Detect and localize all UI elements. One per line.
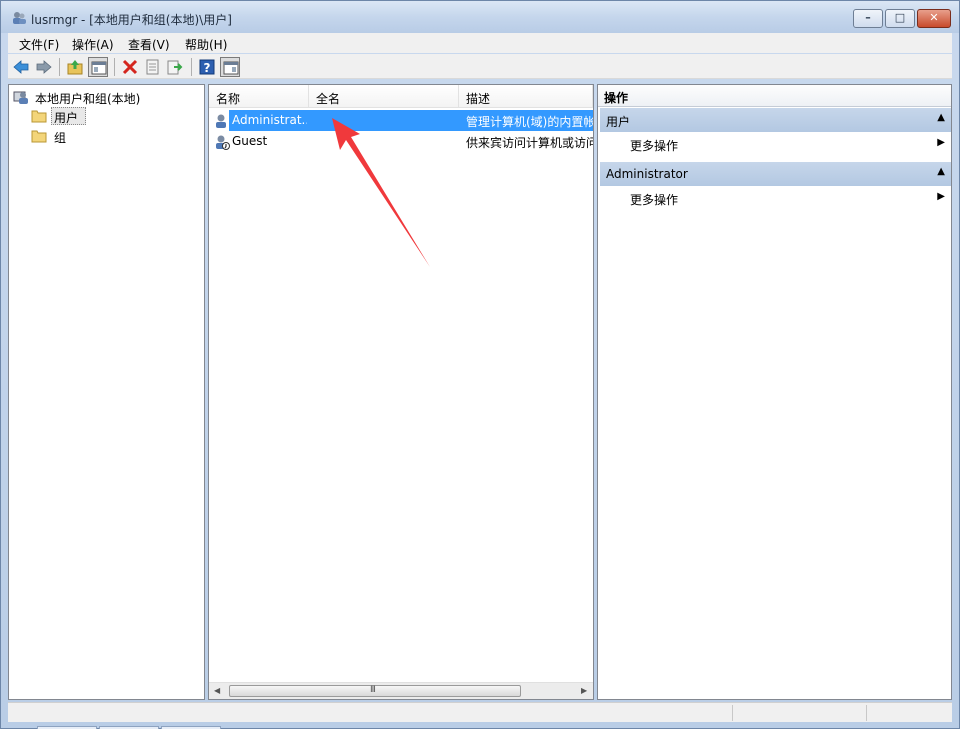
folder-icon (31, 110, 47, 123)
export-list-button[interactable] (165, 57, 185, 77)
minimize-icon: – (865, 11, 871, 24)
table-row-guest[interactable]: Guest 供来宾访问计算机或访问 (209, 131, 593, 152)
disabled-user-icon (216, 135, 230, 150)
tree-root-label: 本地用户和组(本地) (35, 92, 141, 106)
action-section-administrator[interactable]: Administrator ▲ (600, 162, 951, 186)
submenu-arrow-icon: ▶ (937, 137, 945, 148)
action-section-users[interactable]: 用户 ▲ (600, 108, 951, 132)
show-hide-tree-icon (91, 61, 107, 75)
collapse-icon[interactable]: ▲ (937, 166, 945, 177)
scroll-grip: III (370, 685, 376, 695)
properties-icon (146, 59, 159, 75)
cell-description: 供来宾访问计算机或访问 (466, 136, 593, 150)
users-groups-icon (13, 91, 28, 104)
user-icon (216, 114, 226, 128)
tree-root[interactable]: 本地用户和组(本地) (13, 88, 198, 106)
minimize-button[interactable]: – (853, 9, 883, 28)
cell-description: 管理计算机(域)的内置帐 (466, 115, 593, 129)
column-header-description[interactable]: 描述 (459, 85, 593, 108)
action-section-administrator-label: Administrator (606, 167, 688, 181)
cell-name: Administrat... (232, 113, 307, 127)
actions-pane-title: 操作 (598, 85, 951, 107)
action-section-users-label: 用户 (606, 115, 631, 129)
users-app-icon (13, 12, 26, 24)
menu-view[interactable]: 查看(V) (128, 36, 170, 53)
menu-action[interactable]: 操作(A) (72, 36, 114, 53)
maximize-button[interactable]: □ (885, 9, 915, 28)
tree-item-users[interactable]: 用户 (31, 107, 91, 125)
column-header-name[interactable]: 名称 (209, 85, 309, 108)
action-more-actions-users[interactable]: 更多操作 ▶ (600, 133, 951, 155)
collapse-icon[interactable]: ▲ (937, 112, 945, 123)
delete-icon (122, 59, 138, 75)
scroll-left-icon[interactable]: ◀ (214, 686, 220, 695)
folder-icon (31, 130, 47, 143)
forward-icon (36, 60, 52, 74)
console-tree[interactable]: 本地用户和组(本地) 用户 组 (8, 84, 205, 700)
mmc-window: lusrmgr - [本地用户和组(本地)\用户] – □ ✕ 文件(F) 操作… (0, 0, 960, 729)
svg-text:?: ? (204, 61, 211, 75)
submenu-arrow-icon: ▶ (937, 191, 945, 202)
title-bar[interactable]: lusrmgr - [本地用户和组(本地)\用户] – □ ✕ (1, 1, 959, 33)
properties-button[interactable] (142, 57, 162, 77)
show-hide-action-pane-button[interactable] (220, 57, 240, 77)
user-list[interactable]: 名称 全名 描述 Administrat... 管理计算机(域)的内置帐 Gue… (208, 84, 594, 700)
maximize-icon: □ (894, 11, 906, 24)
window-title: lusrmgr - [本地用户和组(本地)\用户] (31, 13, 232, 27)
table-row-administrator[interactable]: Administrat... 管理计算机(域)的内置帐 (209, 110, 593, 131)
horizontal-scrollbar[interactable]: ◀ III ▶ (209, 682, 593, 699)
actions-pane: 操作 用户 ▲ 更多操作 ▶ Administrator ▲ 更多操作 ▶ (597, 84, 952, 700)
scroll-right-icon[interactable]: ▶ (581, 686, 587, 695)
menu-help[interactable]: 帮助(H) (185, 36, 227, 53)
status-bar (8, 702, 952, 722)
back-button[interactable] (11, 57, 31, 77)
action-more-actions-administrator[interactable]: 更多操作 ▶ (600, 187, 951, 209)
menu-bar: 文件(F) 操作(A) 查看(V) 帮助(H) (8, 33, 952, 53)
help-button[interactable]: ? (197, 57, 217, 77)
toolbar: ? (8, 54, 952, 79)
delete-button[interactable] (120, 57, 140, 77)
back-icon (13, 60, 29, 74)
tree-item-users-label: 用户 (54, 111, 79, 125)
show-hide-tree-button[interactable] (88, 57, 108, 77)
scroll-thumb[interactable]: III (229, 685, 521, 697)
show-hide-action-pane-icon (223, 61, 239, 75)
up-folder-icon (67, 60, 83, 75)
column-header-full-name[interactable]: 全名 (309, 85, 459, 108)
up-button[interactable] (65, 57, 85, 77)
menu-file[interactable]: 文件(F) (19, 36, 59, 53)
cell-name: Guest (232, 134, 268, 148)
help-icon: ? (199, 59, 215, 75)
tree-item-groups[interactable]: 组 (31, 127, 91, 145)
close-icon: ✕ (929, 11, 939, 24)
close-button[interactable]: ✕ (917, 9, 951, 28)
export-list-icon (167, 60, 183, 75)
tree-item-groups-label: 组 (54, 131, 67, 145)
forward-button[interactable] (34, 57, 54, 77)
